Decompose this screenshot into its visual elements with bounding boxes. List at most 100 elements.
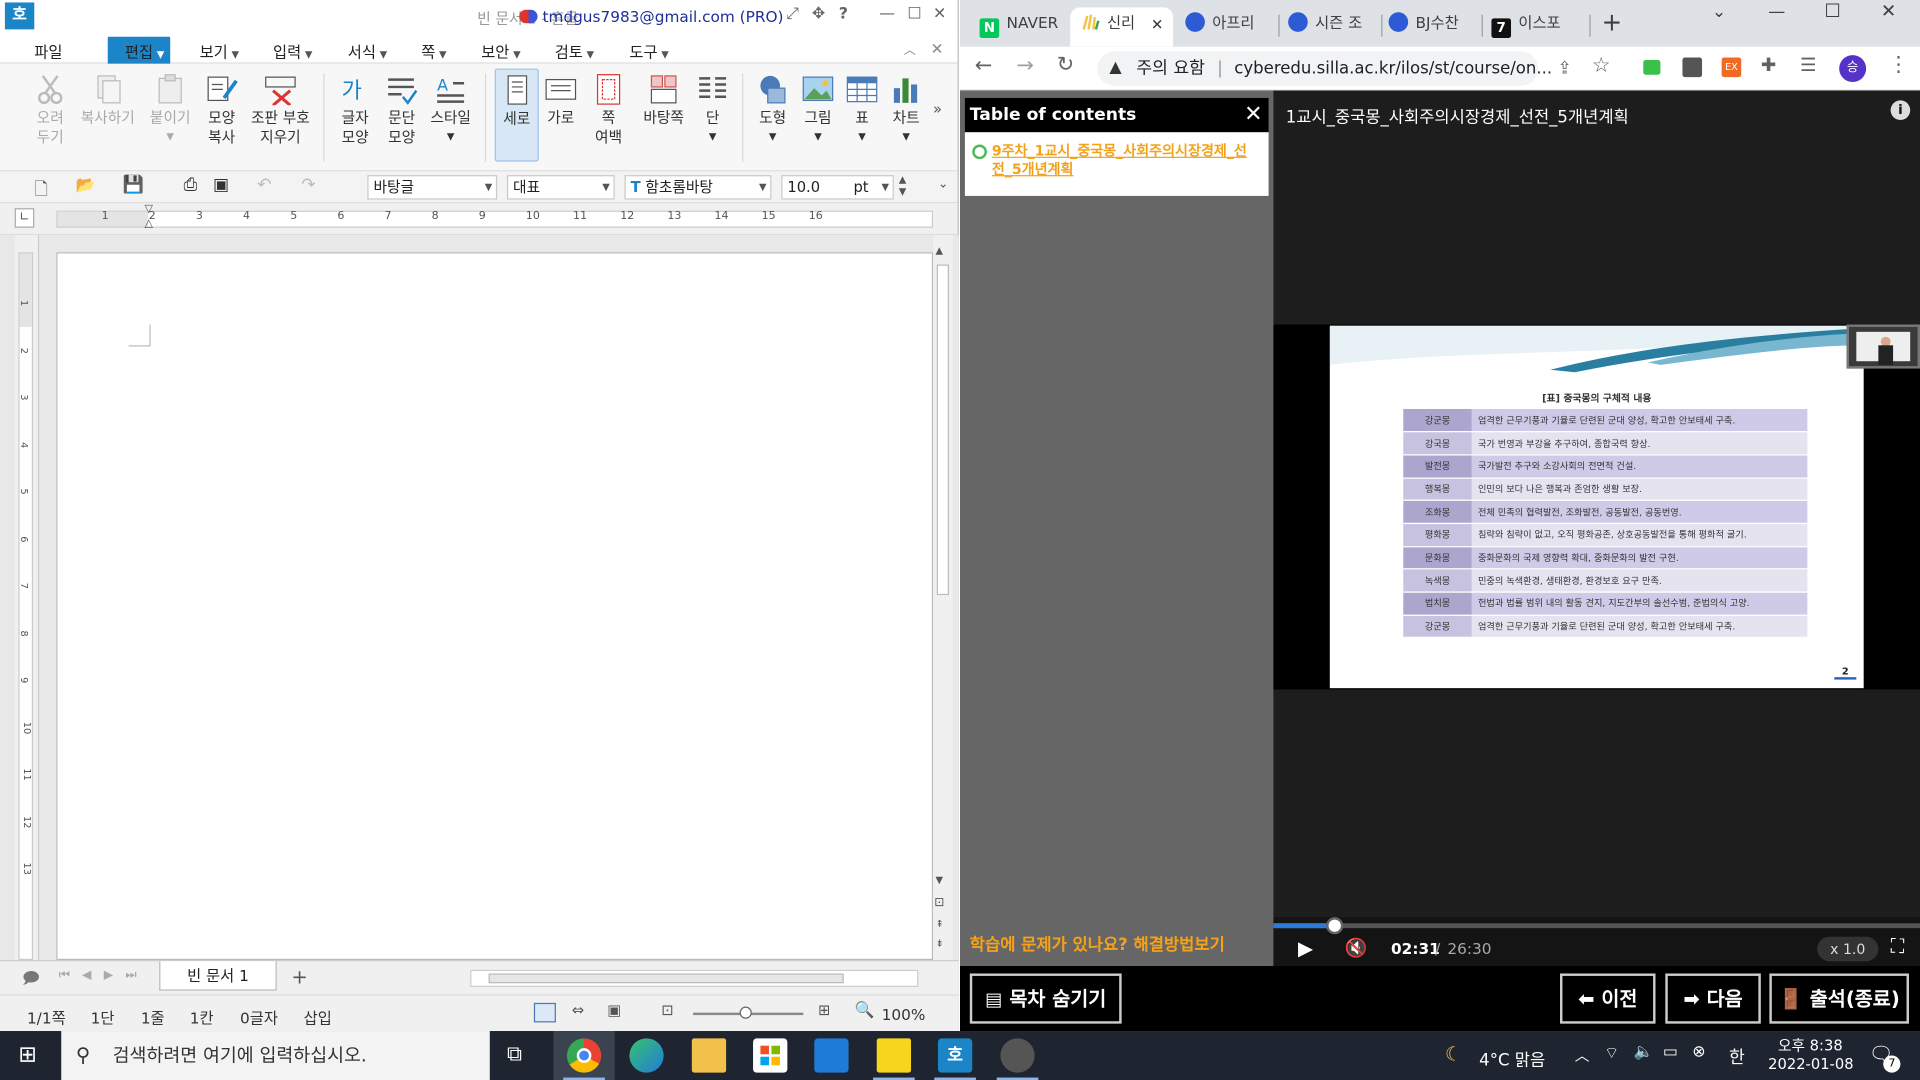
picture-button[interactable]: 그림 ▼ [798, 73, 837, 146]
zoom-level[interactable]: 100% [882, 1005, 926, 1023]
capture-tool-icon[interactable] [996, 1038, 1039, 1080]
toolbar-more-icon[interactable]: ⌄ [938, 178, 948, 191]
attendance-exit-button[interactable]: 🚪 출석(종료) [1769, 973, 1909, 1024]
chart-button[interactable]: 차트 ▼ [887, 73, 926, 146]
new-tab-icon[interactable]: + [1602, 7, 1623, 36]
prev-page-icon[interactable]: ⇞ [936, 918, 944, 929]
portrait-button[interactable]: 세로 [494, 68, 539, 162]
page-margin-button[interactable]: 쪽 여백 [585, 73, 632, 146]
comment-icon[interactable]: 🗩 [22, 967, 40, 994]
fullpage-view-icon[interactable]: ▣ [607, 1002, 621, 1019]
store-icon[interactable] [753, 1038, 788, 1073]
playback-speed[interactable]: x 1.0 [1817, 936, 1879, 962]
menu-format[interactable]: 서식 ▼ [348, 39, 387, 62]
forward-icon[interactable]: → [1016, 54, 1033, 78]
add-tab-icon[interactable]: + [291, 965, 307, 988]
tab-naver[interactable]: N NAVER [979, 7, 1063, 44]
save-icon[interactable]: 💾 [122, 175, 143, 195]
char-shape-button[interactable]: 가 글자 모양 [333, 73, 377, 146]
blocked-icon[interactable]: ⊗ [1692, 1043, 1705, 1061]
task-view-icon[interactable]: ⧉ [507, 1042, 522, 1066]
back-icon[interactable]: ← [975, 54, 992, 78]
clear-codes-button[interactable]: 조판 부호 지우기 [247, 73, 313, 146]
video-frame[interactable]: [표] 중국몽의 구체적 내용 강군몽 엄격한 근무기풍과 기율로 단련된 군대 … [1273, 324, 1920, 690]
share-icon[interactable]: ⇪ [1558, 51, 1572, 85]
zoom-icon[interactable]: 🔍 [855, 1002, 875, 1020]
tab-nav-icons[interactable]: ⏮◀▶⏭ [59, 969, 149, 982]
taskbar-chrome[interactable] [553, 1031, 615, 1080]
hwp-account[interactable]: tmdgus7983@gmail.com (PRO) [519, 7, 784, 26]
play-icon[interactable]: ▶ [1298, 937, 1313, 960]
url-text[interactable]: cyberedu.silla.ac.kr/ilos/st/course/on..… [1234, 51, 1552, 85]
maximize-button[interactable]: ☐ [1824, 0, 1840, 22]
close-tab-icon[interactable]: ✕ [1151, 9, 1163, 41]
extension-ex-icon[interactable]: EX [1721, 57, 1742, 78]
menu-insert[interactable]: 입력 ▼ [273, 39, 312, 62]
seek-bar[interactable] [1273, 917, 1920, 935]
prev-button[interactable]: ⬅ 이전 [1560, 973, 1656, 1024]
reading-list-icon[interactable]: ☰ [1800, 54, 1816, 76]
taskbar-search[interactable]: ⚲ 검색하려면 여기에 입력하십시오. [61, 1031, 490, 1080]
cut-button[interactable]: 오려 두기 [29, 73, 71, 146]
menu-file[interactable]: 파일 [34, 39, 62, 62]
tab-afreeca-2[interactable]: 시즌 조 [1288, 7, 1379, 44]
tab-afreeca-3[interactable]: BJ수찬 [1388, 7, 1480, 44]
style-select[interactable]: 바탕글 ▼ [367, 175, 498, 200]
tab-esports[interactable]: 7 이스포 [1491, 7, 1589, 44]
toggle-toc-button[interactable]: ▤ 목차 숨기기 [969, 973, 1122, 1024]
view-toggle-icon[interactable]: ⊡ [934, 896, 944, 909]
close-button[interactable]: ✕ [1881, 0, 1896, 22]
clock-time[interactable]: 오후 8:38 [1778, 1035, 1843, 1056]
address-bar[interactable]: ▲ 주의 요함 | cyberedu.silla.ac.kr/ilos/st/c… [1097, 51, 1572, 86]
extension-dark-icon[interactable] [1682, 57, 1703, 78]
vertical-scrollbar[interactable]: ▲ ▼ ⊡ ⇞ ⇟ [933, 235, 953, 961]
open-folder-icon[interactable]: 📂 [76, 176, 96, 194]
next-button[interactable]: ➡ 다음 [1665, 973, 1761, 1024]
scroll-up-icon[interactable]: ▲ [936, 245, 944, 256]
minimize-button[interactable]: — [879, 5, 895, 23]
menu-view[interactable]: 보기 ▼ [200, 39, 239, 62]
fullscreen-icon[interactable]: ⛶ [1891, 934, 1905, 958]
wifi-icon[interactable]: ⌔ [1604, 1043, 1619, 1062]
fit-page-icon[interactable]: ⊡ [661, 1002, 673, 1019]
print-icon[interactable]: ⎙ [184, 175, 198, 195]
tab-silla-active[interactable]: 신리 ✕ [1070, 7, 1174, 47]
sticky-notes-icon[interactable] [873, 1038, 915, 1080]
mute-icon[interactable]: 🔇 [1344, 937, 1367, 959]
weather-text[interactable]: 4°C 맑음 [1479, 1046, 1545, 1071]
font-size-stepper[interactable]: ▲ ▼ [899, 174, 907, 198]
table-button[interactable]: 표 ▼ [842, 73, 881, 146]
security-label[interactable]: 주의 요함 [1136, 51, 1205, 85]
edge-icon[interactable] [629, 1038, 664, 1073]
menu-security[interactable]: 보안 ▼ [481, 39, 520, 62]
hangul-taskbar-icon[interactable]: 호 [934, 1038, 976, 1080]
fullscreen-icon[interactable]: ⤢ [786, 5, 799, 23]
scroll-down-icon[interactable]: ▼ [936, 874, 944, 885]
scroll-thumb[interactable] [936, 264, 949, 596]
indent-marker-icon[interactable]: ▽ [144, 203, 152, 215]
undo-icon[interactable]: ↶ [257, 175, 271, 195]
help-icon[interactable]: ? [839, 5, 848, 23]
close-button[interactable]: ✕ [933, 5, 946, 23]
ribbon-more-icon[interactable]: » [933, 100, 942, 117]
info-icon[interactable]: i [1890, 100, 1911, 121]
para-shape-button[interactable]: 문단 모양 [380, 73, 424, 146]
horizontal-scrollbar[interactable] [470, 969, 919, 987]
fit-width-icon[interactable]: ⊞ [818, 1002, 830, 1019]
document-page[interactable] [56, 252, 934, 961]
toc-item[interactable]: 9주차_1교시_중국몽_사회주의시장경제_선전_5개년계획 [972, 142, 1254, 179]
format-copy-button[interactable]: 모양 복사 [201, 73, 243, 146]
redo-icon[interactable]: ↷ [301, 175, 315, 195]
tab-afreeca-1[interactable]: 아프리 [1185, 7, 1276, 44]
windows-start-icon[interactable]: ⊞ [18, 1042, 36, 1068]
hscroll-thumb[interactable] [488, 973, 844, 984]
mail-icon[interactable] [814, 1038, 849, 1073]
minimize-button[interactable]: — [1768, 2, 1785, 22]
new-document-icon[interactable]: 🗋 [34, 176, 48, 205]
help-link[interactable]: 학습에 문제가 있나요? 해결방법보기 [970, 931, 1225, 956]
profile-avatar[interactable]: 승 [1839, 55, 1867, 83]
menu-edit[interactable]: 편집 ▼ [107, 36, 171, 67]
ime-indicator[interactable]: 한 [1729, 1044, 1745, 1068]
ribbon-collapse-icon[interactable]: ︿ [904, 39, 916, 57]
style-button[interactable]: A 스타일 ▼ [426, 73, 475, 146]
